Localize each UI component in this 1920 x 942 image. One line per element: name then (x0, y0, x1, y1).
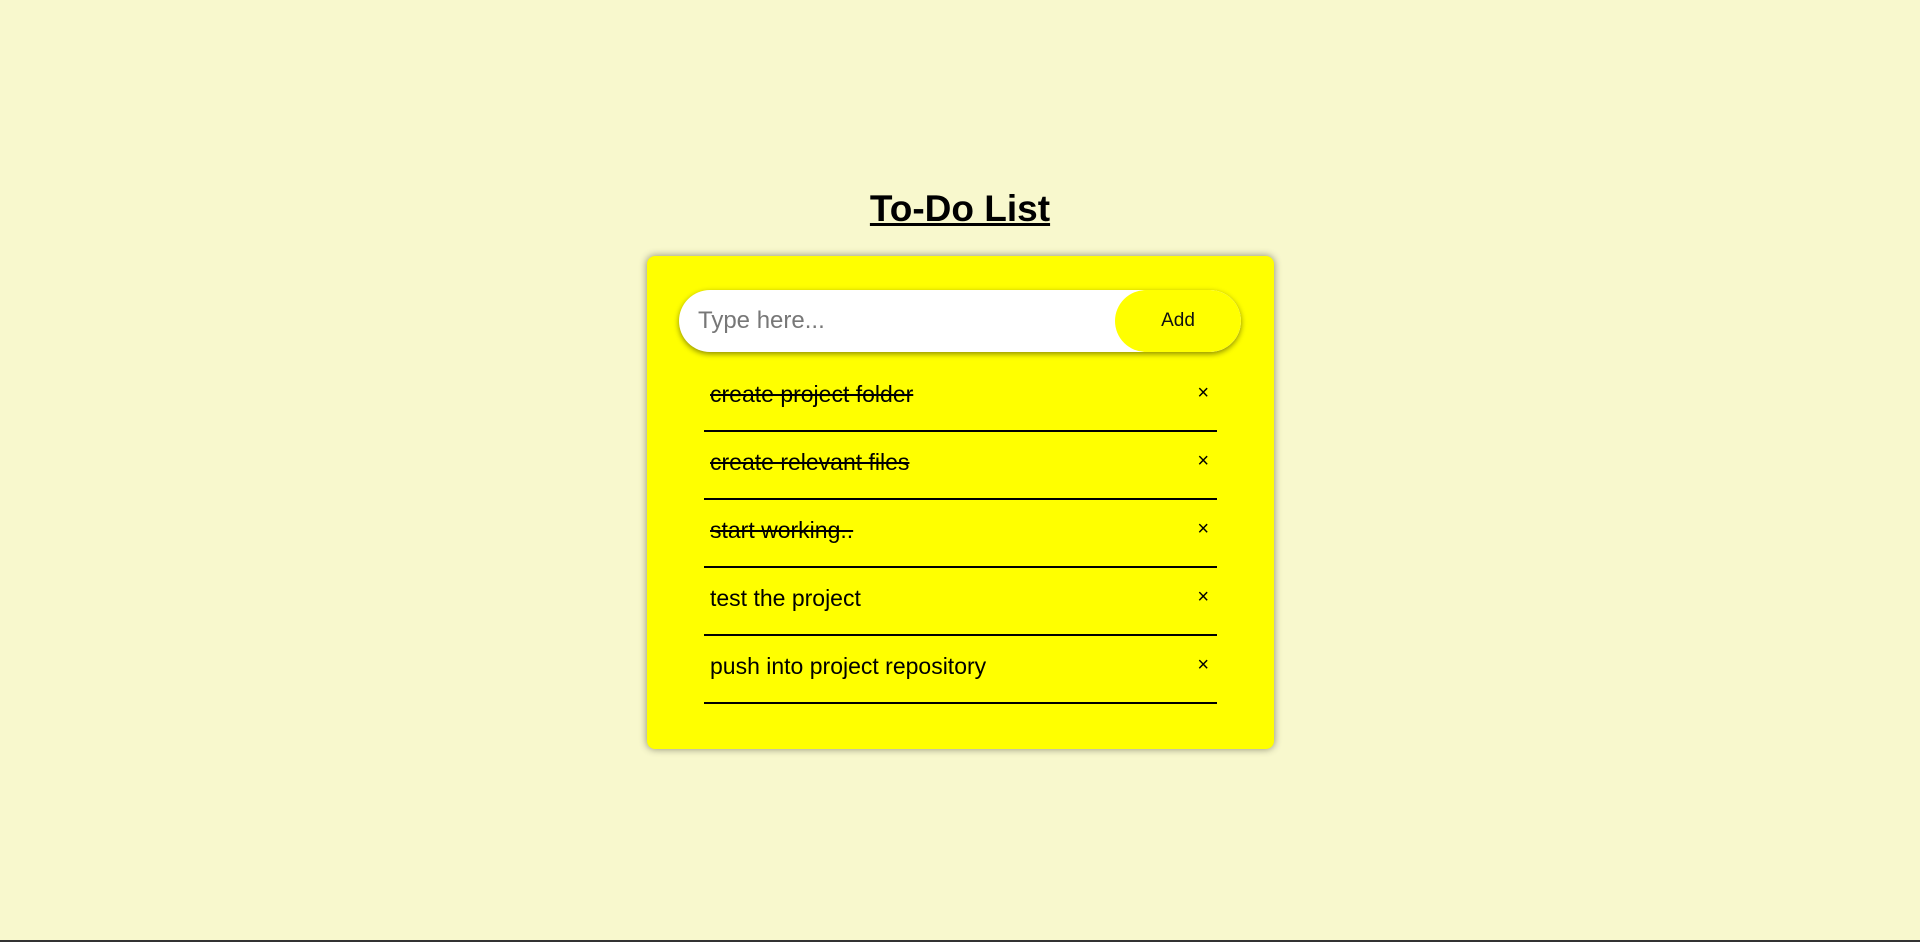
task-row: test the project × (704, 568, 1217, 636)
task-text: push into project repository (710, 653, 987, 679)
task-text: start working.. (710, 517, 854, 543)
close-icon[interactable]: × (1197, 448, 1209, 474)
list-item[interactable]: push into project repository × (704, 636, 1217, 704)
task-text: create project folder (710, 381, 914, 407)
close-icon[interactable]: × (1197, 380, 1209, 406)
task-list: create project folder × create relevant … (704, 364, 1217, 704)
page: To-Do List Add create project folder × c… (0, 0, 1920, 942)
close-icon[interactable]: × (1197, 584, 1209, 610)
list-item[interactable]: start working.. × (704, 500, 1217, 568)
task-input[interactable] (679, 290, 1119, 352)
task-text: create relevant files (710, 449, 910, 475)
task-row: create relevant files × (704, 432, 1217, 500)
task-row: create project folder × (704, 364, 1217, 432)
task-text: test the project (710, 585, 861, 611)
todo-card: Add create project folder × create relev… (647, 256, 1274, 749)
task-row: start working.. × (704, 500, 1217, 568)
list-item[interactable]: test the project × (704, 568, 1217, 636)
close-icon[interactable]: × (1197, 652, 1209, 678)
list-item[interactable]: create project folder × (704, 364, 1217, 432)
task-row: push into project repository × (704, 636, 1217, 704)
input-row: Add (679, 290, 1241, 352)
add-button[interactable]: Add (1115, 290, 1241, 352)
close-icon[interactable]: × (1197, 516, 1209, 542)
page-title: To-Do List (869, 188, 1051, 229)
list-item[interactable]: create relevant files × (704, 432, 1217, 500)
